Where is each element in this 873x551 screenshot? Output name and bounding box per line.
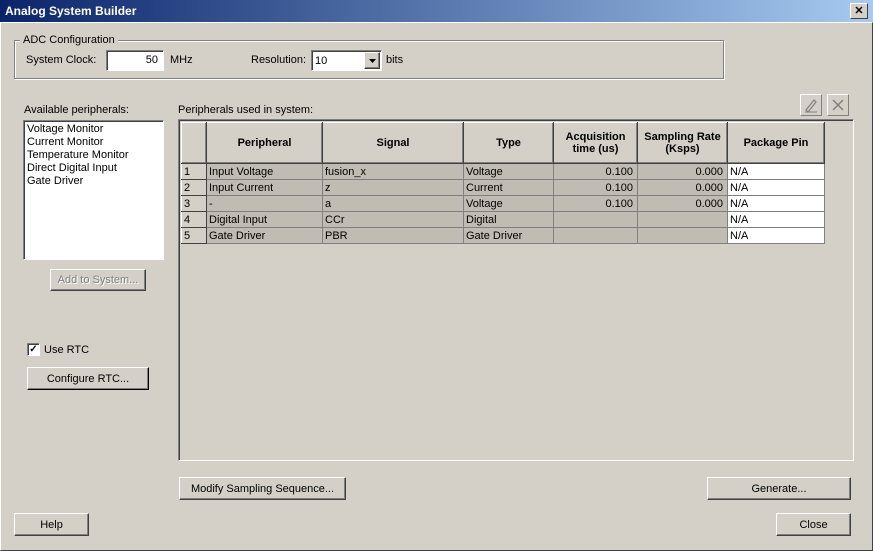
col-header-type[interactable]: Type (463, 122, 554, 164)
row-number[interactable]: 4 (181, 211, 207, 228)
available-peripherals-label: Available peripherals: (24, 104, 129, 116)
resolution-unit-label: bits (386, 54, 404, 66)
cell-sampling-rate[interactable] (637, 211, 728, 228)
delete-button[interactable] (827, 94, 849, 116)
peripherals-table: Peripheral Signal Type Acquisition time … (181, 122, 825, 244)
cell-acquisition[interactable]: 0.100 (553, 195, 638, 212)
system-clock-label: System Clock: (26, 54, 97, 66)
cell-sampling-rate[interactable] (637, 227, 728, 244)
row-number[interactable]: 5 (181, 227, 207, 244)
cell-peripheral[interactable]: Input Current (206, 179, 323, 196)
use-rtc-checkbox[interactable]: ✓ (27, 343, 40, 356)
table-row[interactable]: 5 Gate Driver PBR Gate Driver N/A (181, 227, 825, 244)
cell-package-pin[interactable]: N/A (727, 227, 825, 244)
use-rtc-label: Use RTC (44, 344, 90, 356)
cell-peripheral[interactable]: Gate Driver (206, 227, 323, 244)
cell-package-pin[interactable]: N/A (727, 211, 825, 228)
close-button[interactable]: Close (776, 513, 851, 536)
cell-signal[interactable]: z (322, 179, 464, 196)
modify-sampling-sequence-button[interactable]: Modify Sampling Sequence... (179, 477, 346, 500)
col-header-package-pin[interactable]: Package Pin (727, 122, 825, 164)
cell-acquisition[interactable]: 0.100 (553, 179, 638, 196)
resolution-select[interactable]: 10 (311, 50, 382, 71)
list-item[interactable]: Direct Digital Input (24, 162, 163, 175)
resolution-dropdown-button[interactable] (364, 52, 380, 69)
pencil-icon (805, 99, 817, 113)
configure-rtc-button[interactable]: Configure RTC... (27, 367, 149, 390)
list-item[interactable]: Current Monitor (24, 136, 163, 149)
cell-type[interactable]: Current (463, 179, 554, 196)
cell-package-pin[interactable]: N/A (727, 179, 825, 196)
col-header-peripheral[interactable]: Peripheral (206, 122, 323, 164)
table-row[interactable]: 2 Input Current z Current 0.100 0.000 N/A (181, 179, 825, 196)
cell-peripheral[interactable]: Digital Input (206, 211, 323, 228)
col-header-sampling-rate[interactable]: Sampling Rate (Ksps) (637, 122, 728, 164)
cell-signal[interactable]: a (322, 195, 464, 212)
peripherals-used-label: Peripherals used in system: (178, 104, 314, 116)
available-peripherals-list[interactable]: Voltage Monitor Current Monitor Temperatur… (23, 120, 164, 260)
window-close-button[interactable]: ✕ (850, 3, 868, 19)
cell-package-pin[interactable]: N/A (727, 163, 825, 180)
adc-config-title: ADC Configuration (20, 34, 118, 46)
cell-signal[interactable]: fusion_x (322, 163, 464, 180)
table-row[interactable]: 1 Input Voltage fusion_x Voltage 0.100 0.000 N… (181, 163, 825, 180)
cell-type[interactable]: Digital (463, 211, 554, 228)
close-icon: ✕ (854, 4, 864, 17)
cell-type[interactable]: Voltage (463, 163, 554, 180)
list-item[interactable]: Voltage Monitor (24, 123, 163, 136)
dropdown-arrow-icon (368, 58, 376, 63)
system-clock-input[interactable]: 50 (106, 50, 164, 71)
edit-button[interactable] (800, 94, 822, 116)
check-icon: ✓ (29, 343, 38, 355)
resolution-value: 10 (315, 55, 328, 67)
row-number[interactable]: 2 (181, 179, 207, 196)
cell-package-pin[interactable]: N/A (727, 195, 825, 212)
cell-signal[interactable]: CCr (322, 211, 464, 228)
generate-button[interactable]: Generate... (707, 477, 851, 500)
cell-acquisition[interactable] (553, 227, 638, 244)
col-header-acquisition[interactable]: Acquisition time (us) (553, 122, 638, 164)
cell-sampling-rate[interactable]: 0.000 (637, 195, 728, 212)
cell-signal[interactable]: PBR (322, 227, 464, 244)
cell-type[interactable]: Gate Driver (463, 227, 554, 244)
table-row[interactable]: 3- a Voltage 0.100 0.000 N/A (181, 195, 825, 212)
list-item[interactable]: Gate Driver (24, 175, 163, 188)
row-number[interactable]: 3 (181, 195, 207, 212)
cell-sampling-rate[interactable]: 0.000 (637, 163, 728, 180)
cell-acquisition[interactable] (553, 211, 638, 228)
delete-x-icon (832, 99, 844, 111)
window-title: Analog System Builder (5, 4, 137, 18)
cell-peripheral[interactable]: - (206, 195, 323, 212)
cell-acquisition[interactable]: 0.100 (553, 163, 638, 180)
cell-peripheral[interactable]: Input Voltage (206, 163, 323, 180)
cell-type[interactable]: Voltage (463, 195, 554, 212)
corner-header (181, 122, 207, 164)
table-header-row: Peripheral Signal Type Acquisition time … (181, 122, 825, 164)
clock-unit-label: MHz (170, 54, 193, 66)
row-number[interactable]: 1 (181, 163, 207, 180)
table-row[interactable]: 4 Digital Input CCr Digital N/A (181, 211, 825, 228)
add-to-system-button[interactable]: Add to System... (50, 269, 146, 291)
list-item[interactable]: Temperature Monitor (24, 149, 163, 162)
resolution-label: Resolution: (251, 54, 307, 66)
cell-sampling-rate[interactable]: 0.000 (637, 179, 728, 196)
help-button[interactable]: Help (14, 513, 89, 536)
col-header-signal[interactable]: Signal (322, 122, 464, 164)
